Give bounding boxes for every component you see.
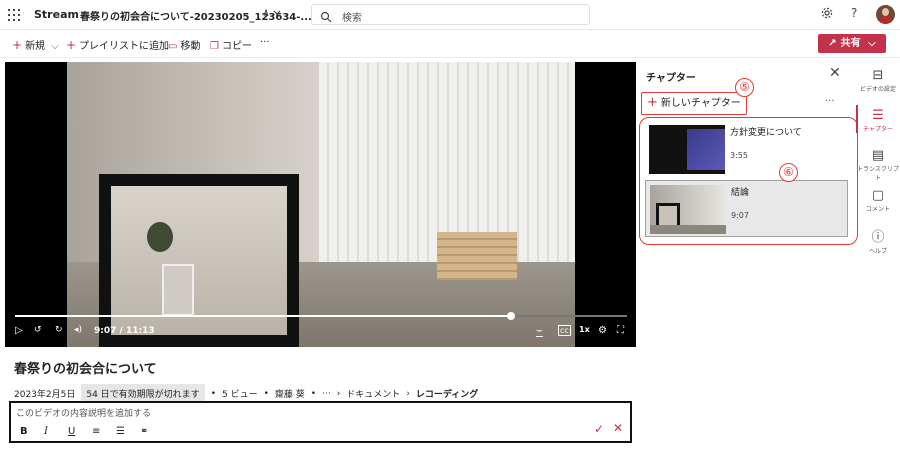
annotation-callout-5: ⑤ (735, 78, 754, 97)
plus-icon: + (66, 38, 77, 52)
chapter-time: 3:55 (730, 151, 748, 160)
upload-date: 2023年2月5日 (14, 390, 76, 400)
settings-icon[interactable] (821, 7, 833, 22)
captions-icon[interactable]: cc (558, 325, 571, 336)
panel-title: チャプター (646, 73, 696, 84)
rail-item-transcript[interactable]: ▤ トランスクリプト (856, 148, 900, 182)
video-settings-icon: ⊟ (872, 68, 884, 83)
avatar[interactable] (876, 5, 895, 24)
cancel-icon[interactable]: ✕ (613, 421, 623, 435)
view-count: 5 ビュー (222, 390, 258, 400)
description-editor[interactable]: このビデオの内容説明を追加する B I U ≡ ☰ ⚭ ✓ ✕ (9, 401, 632, 443)
new-chapter-button[interactable]: + 新しいチャプター (641, 92, 747, 115)
bulleted-list-button[interactable]: ☰ (116, 426, 125, 437)
app-name[interactable]: Stream (34, 8, 79, 21)
video-title: 春祭りの初会合について (14, 362, 157, 377)
chapter-thumbnail (650, 185, 726, 234)
annotation-callout-6: ⑥ (779, 163, 798, 182)
chapters-icon: ☰ (872, 108, 884, 123)
time-display: 9:07 / 11:13 (94, 326, 155, 336)
chapter-name: 方針変更について (730, 128, 802, 138)
chevron-right-icon: › (406, 388, 410, 399)
breadcrumb-ellipsis[interactable]: ··· (322, 389, 331, 399)
copy-button[interactable]: ❐ コピー (210, 37, 252, 52)
fullscreen-icon[interactable]: ⛶ (617, 325, 624, 336)
video-frame (67, 62, 575, 347)
seek-thumb[interactable] (506, 312, 515, 320)
playback-speed-button[interactable]: 1x (579, 325, 590, 334)
link-icon[interactable]: ⚭ (140, 426, 148, 437)
add-to-playlist-button[interactable]: + プレイリストに追加 (66, 37, 169, 52)
copy-icon: ❐ (210, 41, 219, 52)
settings-icon[interactable]: ⚙ (598, 325, 607, 336)
rail-item-chapters[interactable]: ☰ チャプター (856, 108, 900, 133)
volume-icon[interactable]: ◂) (74, 325, 82, 335)
move-button[interactable]: ▭ 移動 (168, 37, 200, 52)
close-icon[interactable]: ✕ (829, 65, 841, 81)
bold-button[interactable]: B (20, 426, 28, 437)
numbered-list-button[interactable]: ≡ (92, 426, 100, 437)
command-bar: + 新規 ⌵ + プレイリストに追加 ▭ 移動 ❐ コピー ··· ↗ 共有 ⌵ (0, 30, 900, 58)
chapter-list: 方針変更について 3:55 結論 9:07 (639, 117, 858, 245)
right-rail: ⊟ ビデオの設定 ☰ チャプター ▤ トランスクリプト ▢ コメント ⓘ ヘルプ (856, 62, 900, 473)
play-icon[interactable]: ▷ (15, 325, 23, 336)
rail-item-video-settings[interactable]: ⊟ ビデオの設定 (856, 68, 900, 93)
more-commands-button[interactable]: ··· (260, 37, 270, 48)
search-box[interactable]: 検索 (311, 4, 590, 25)
rail-item-help[interactable]: ⓘ ヘルプ (856, 226, 900, 255)
search-input[interactable]: 検索 (342, 9, 362, 24)
chapter-time: 9:07 (731, 211, 749, 220)
chapter-thumbnail (649, 125, 725, 174)
plus-icon: + (12, 38, 23, 52)
chapter-name: 結論 (731, 188, 750, 198)
underline-button[interactable]: U (68, 426, 75, 437)
comment-icon: ▢ (871, 188, 885, 203)
chapter-item[interactable]: 方針変更について 3:55 (645, 121, 848, 178)
folder-move-icon: ▭ (168, 41, 178, 52)
plus-icon: + (647, 95, 658, 110)
help-icon[interactable]: ? (851, 6, 857, 20)
chevron-right-icon: › (336, 388, 341, 399)
rewind-10-icon[interactable]: ↺ (34, 325, 42, 335)
description-input[interactable]: このビデオの内容説明を追加する (16, 406, 151, 419)
live-captions-icon[interactable]: ⌣ (536, 325, 543, 337)
app-launcher-icon[interactable] (8, 9, 20, 21)
author-name[interactable]: 齋藤 葵 (275, 387, 305, 400)
share-button[interactable]: ↗ 共有 ⌵ (818, 34, 886, 53)
rail-item-comments[interactable]: ▢ コメント (856, 188, 900, 213)
chevron-down-icon: ⌵ (51, 41, 59, 52)
help-circle-icon: ⓘ (871, 230, 885, 245)
new-button[interactable]: + 新規 ⌵ (12, 37, 59, 52)
confirm-icon[interactable]: ✓ (594, 422, 604, 436)
breadcrumb-recordings[interactable]: レコーディング (416, 387, 478, 400)
breadcrumb-documents[interactable]: ドキュメント (346, 387, 400, 400)
italic-button[interactable]: I (44, 426, 48, 437)
chapter-item-selected[interactable]: 結論 9:07 (645, 180, 848, 237)
top-bar: Stream 春祭りの初会合について-20230205_123634-... 検… (0, 0, 900, 30)
search-icon (320, 8, 332, 27)
chevron-down-icon: ⌵ (868, 38, 876, 49)
share-icon: ↗ (828, 38, 837, 49)
title-dropdown-icon[interactable] (262, 8, 282, 21)
more-options-icon[interactable]: ··· (825, 96, 835, 107)
chapters-panel: チャプター ✕ + 新しいチャプター ··· ⑤ 方針変更について 3:55 結論… (639, 62, 858, 473)
forward-10-icon[interactable]: ↻ (55, 325, 63, 335)
transcript-icon: ▤ (871, 148, 885, 163)
seek-bar[interactable] (15, 312, 627, 320)
video-player[interactable]: ▷ ↺ ↻ ◂) 9:07 / 11:13 ⌣ cc 1x ⚙ ⛶ (5, 62, 636, 347)
